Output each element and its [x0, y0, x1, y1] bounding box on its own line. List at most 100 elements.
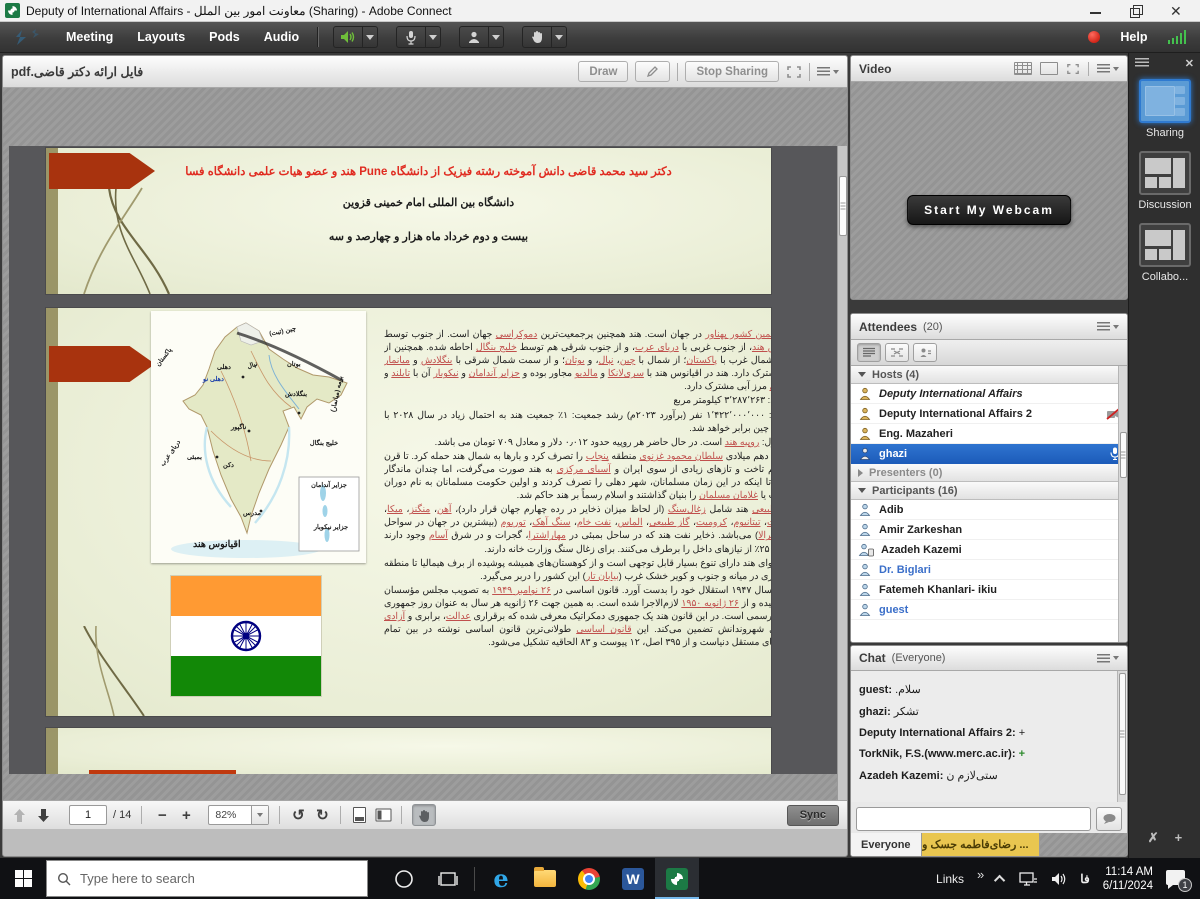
- collapse-icon: [858, 372, 866, 377]
- chat-scrollbar-thumb[interactable]: [1119, 673, 1126, 795]
- video-grid-view-icon[interactable]: [1014, 62, 1032, 75]
- zoom-level-select[interactable]: 82%: [208, 805, 269, 825]
- speaker-button[interactable]: [333, 26, 363, 48]
- chat-pod-menu-button[interactable]: [1097, 654, 1119, 663]
- dock-close-icon[interactable]: ✕: [1185, 57, 1194, 70]
- zoom-in-button[interactable]: +: [174, 804, 198, 826]
- attendee-row-participant[interactable]: Fatemeh Khanlari- ikiu: [851, 580, 1127, 600]
- start-button[interactable]: [0, 858, 46, 899]
- microphone-dropdown[interactable]: [426, 26, 441, 48]
- menu-audio[interactable]: Audio: [252, 30, 311, 44]
- menu-layouts[interactable]: Layouts: [125, 30, 197, 44]
- sync-button[interactable]: Sync: [787, 805, 839, 826]
- word-taskbar-button[interactable]: W: [611, 858, 655, 899]
- attendees-scrollbar-thumb[interactable]: [1120, 432, 1127, 478]
- hosts-section-header[interactable]: Hosts (4): [851, 366, 1127, 384]
- fit-width-button[interactable]: [371, 804, 395, 826]
- presenters-section-header[interactable]: Presenters (0): [851, 464, 1127, 482]
- share-pod-menu-button[interactable]: [817, 67, 839, 76]
- fullscreen-button[interactable]: [786, 65, 802, 79]
- chat-message-input[interactable]: [856, 807, 1091, 831]
- attendee-row-host[interactable]: Eng. Mazaheri: [851, 424, 1127, 444]
- attendee-row-participant[interactable]: guest: [851, 600, 1127, 620]
- language-indicator[interactable]: فا: [1080, 872, 1089, 886]
- taskbar-search[interactable]: Type here to search: [46, 860, 368, 897]
- pan-tool-button[interactable]: [412, 804, 436, 826]
- attendees-scrollbar[interactable]: [1118, 366, 1127, 642]
- menu-pods[interactable]: Pods: [197, 30, 252, 44]
- network-icon[interactable]: [1018, 871, 1038, 887]
- edge-taskbar-button[interactable]: e: [479, 858, 523, 899]
- previous-page-button[interactable]: [7, 804, 31, 826]
- pdf-viewer[interactable]: دکتر سید محمد قاضی دانش آموخته رشته فیزی…: [9, 146, 839, 774]
- attendee-row-participant[interactable]: Amir Zarkeshan: [851, 520, 1127, 540]
- adobe-connect-taskbar-button[interactable]: [655, 858, 699, 899]
- breakout-view-button[interactable]: [885, 343, 909, 362]
- attendees-pod-menu-button[interactable]: [1097, 322, 1119, 331]
- rotate-left-button[interactable]: ↺: [286, 804, 310, 826]
- start-webcam-button[interactable]: Start My Webcam: [907, 195, 1071, 225]
- chat-tab-private[interactable]: ... رضای‌فاطمه جسک و غل: [922, 833, 1040, 856]
- connection-status-icon[interactable]: [1168, 30, 1187, 44]
- file-explorer-taskbar-button[interactable]: [523, 858, 567, 899]
- zoom-dropdown-button[interactable]: [251, 806, 268, 824]
- chat-tab-everyone[interactable]: Everyone: [851, 833, 922, 856]
- taskbar-clock[interactable]: 11:14 AM 6/11/2024: [1103, 865, 1153, 893]
- video-filmstrip-view-icon[interactable]: [1040, 62, 1058, 75]
- microphone-button[interactable]: [396, 26, 426, 48]
- restore-button[interactable]: [1130, 5, 1142, 17]
- attendee-row-participant[interactable]: Azadeh Kazemi: [851, 540, 1127, 560]
- chat-pod: Chat (Everyone) guest: .سلام ghazi: تشکر…: [850, 645, 1128, 857]
- layout-collaboration-thumbnail[interactable]: [1139, 223, 1191, 267]
- participants-section-header[interactable]: Participants (16): [851, 482, 1127, 500]
- chat-scrollbar[interactable]: [1117, 671, 1126, 802]
- page-number-input[interactable]: [69, 805, 107, 825]
- close-button[interactable]: ✕: [1170, 5, 1182, 17]
- video-fullscreen-icon[interactable]: [1066, 63, 1080, 75]
- raise-hand-dropdown[interactable]: [552, 26, 567, 48]
- zoom-out-button[interactable]: −: [150, 804, 174, 826]
- microphone-control: [396, 26, 441, 48]
- video-pod-menu-button[interactable]: [1097, 64, 1119, 73]
- raise-hand-button[interactable]: [522, 26, 552, 48]
- attendee-row-participant[interactable]: Dr. Biglari: [851, 560, 1127, 580]
- video-pod-title: Video: [859, 62, 891, 76]
- next-page-button[interactable]: [31, 804, 55, 826]
- annotation-pencil-button[interactable]: [635, 61, 670, 82]
- chrome-taskbar-button[interactable]: [567, 858, 611, 899]
- minimize-button[interactable]: [1090, 5, 1102, 17]
- menu-meeting[interactable]: Meeting: [54, 30, 125, 44]
- links-overflow-icon[interactable]: »: [977, 867, 984, 882]
- pdf-scrollbar[interactable]: [837, 146, 847, 829]
- header-divider: [809, 63, 810, 81]
- attendee-row-host-selected[interactable]: ghazi: [851, 444, 1127, 464]
- webcam-dropdown[interactable]: [489, 26, 504, 48]
- dock-menu-icon[interactable]: [1135, 58, 1149, 68]
- attendee-list-view-button[interactable]: [857, 343, 881, 362]
- fit-page-button[interactable]: [347, 804, 371, 826]
- chat-send-button[interactable]: [1096, 807, 1122, 831]
- webcam-button[interactable]: [459, 26, 489, 48]
- attendee-row-participant[interactable]: Adib: [851, 500, 1127, 520]
- stop-sharing-button[interactable]: Stop Sharing: [685, 61, 779, 82]
- attendee-row-host[interactable]: Deputy International Affairs 2: [851, 404, 1127, 424]
- pdf-scrollbar-thumb[interactable]: [839, 176, 847, 236]
- rotate-right-button[interactable]: ↻: [310, 804, 334, 826]
- layout-sharing-thumbnail[interactable]: [1139, 79, 1191, 123]
- speaker-dropdown[interactable]: [363, 26, 378, 48]
- links-toolbar[interactable]: Links: [936, 872, 964, 886]
- volume-icon[interactable]: [1051, 872, 1067, 886]
- layout-options-icon[interactable]: ✗: [1148, 830, 1159, 846]
- add-layout-icon[interactable]: +: [1175, 830, 1183, 846]
- attendee-row-host[interactable]: Deputy International Affairs: [851, 384, 1127, 404]
- task-view-button[interactable]: [426, 858, 470, 899]
- video-pod-header: Video: [851, 56, 1127, 82]
- draw-button[interactable]: Draw: [578, 61, 628, 82]
- participant-icon: [858, 503, 872, 517]
- attendee-status-view-button[interactable]: [913, 343, 937, 362]
- layout-discussion-thumbnail[interactable]: [1139, 151, 1191, 195]
- cortana-button[interactable]: [382, 858, 426, 899]
- action-center-button[interactable]: 1: [1166, 870, 1188, 888]
- help-menu[interactable]: Help: [1120, 30, 1147, 44]
- show-hidden-icons-button[interactable]: [994, 874, 1005, 885]
